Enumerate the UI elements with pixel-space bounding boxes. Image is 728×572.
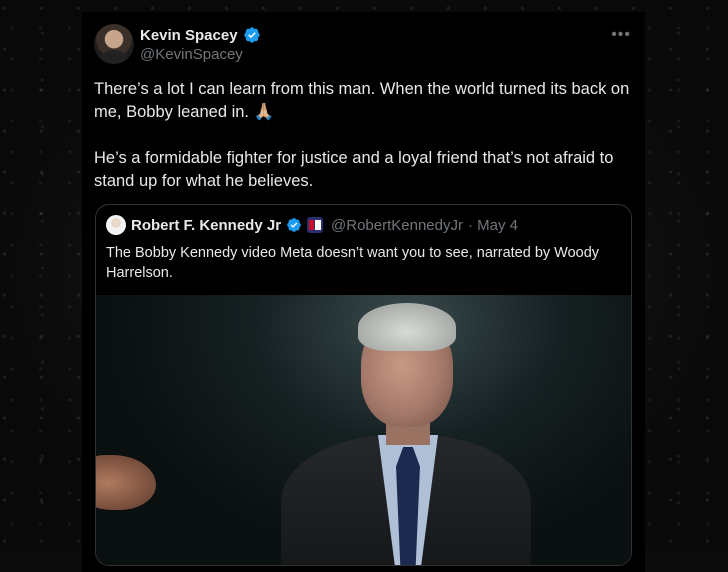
- author-name[interactable]: Kevin Spacey: [140, 27, 238, 44]
- tweet-card[interactable]: Kevin Spacey @KevinSpacey ••• There’s a …: [82, 12, 645, 572]
- hair-illustration: [358, 303, 456, 351]
- hand-illustration: [96, 455, 156, 510]
- affiliation-badge-icon: [307, 217, 324, 233]
- tweet-paragraph: There’s a lot I can learn from this man.…: [94, 80, 630, 121]
- author-name-row: Kevin Spacey: [140, 26, 261, 44]
- quoted-author-handle[interactable]: @RobertKennedyJr: [331, 217, 463, 234]
- quoted-date[interactable]: · May 4: [468, 217, 518, 234]
- more-horizontal-icon[interactable]: •••: [611, 26, 631, 44]
- tie-illustration: [396, 447, 420, 565]
- verified-badge-icon: [287, 218, 301, 232]
- quoted-tweet-header: Robert F. Kennedy Jr @RobertKennedyJr · …: [106, 215, 518, 235]
- author-handle[interactable]: @KevinSpacey: [140, 46, 243, 63]
- video-thumbnail[interactable]: [96, 295, 631, 565]
- quoted-author-name[interactable]: Robert F. Kennedy Jr: [131, 217, 281, 234]
- avatar[interactable]: [94, 24, 134, 64]
- tweet-paragraph: He’s a formidable fighter for justice an…: [94, 149, 614, 190]
- quoted-tweet[interactable]: Robert F. Kennedy Jr @RobertKennedyJr · …: [95, 204, 632, 566]
- quoted-avatar[interactable]: [106, 215, 126, 235]
- verified-badge-icon: [243, 27, 260, 43]
- quoted-text: The Bobby Kennedy video Meta doesn’t wan…: [106, 245, 600, 281]
- tweet-text: There’s a lot I can learn from this man.…: [94, 78, 642, 216]
